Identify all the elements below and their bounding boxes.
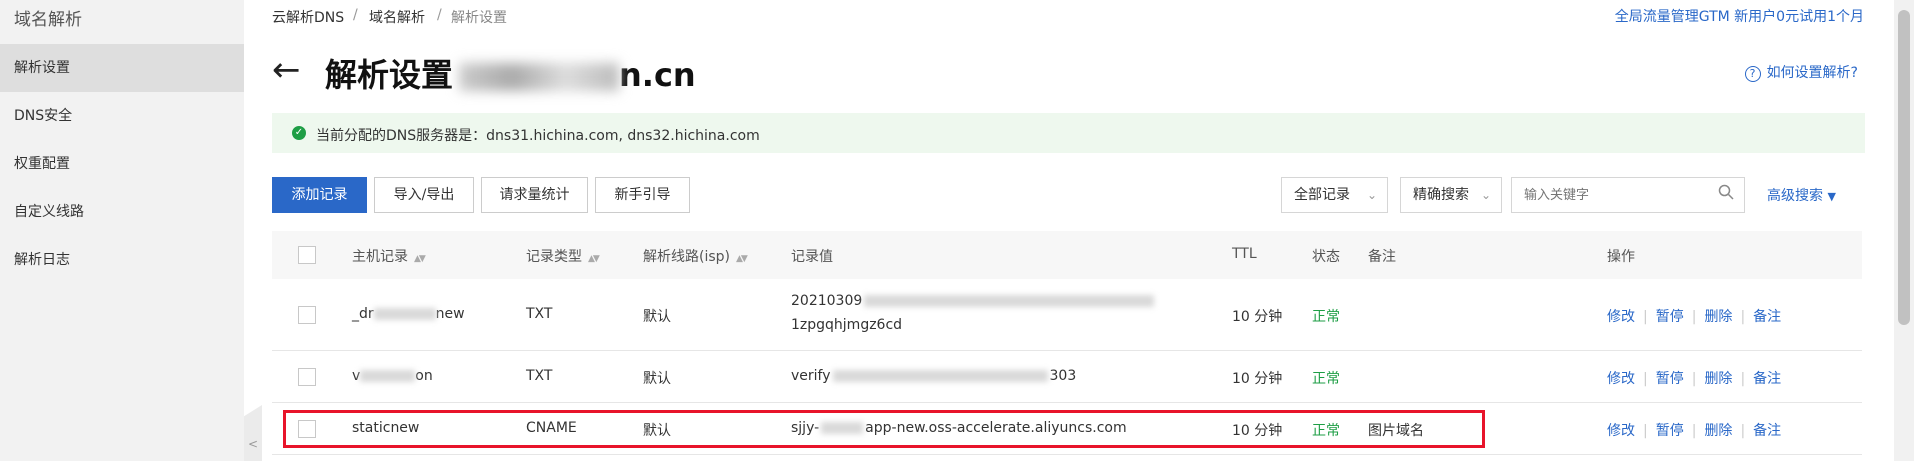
sidebar-item-resolution-log[interactable]: 解析日志 xyxy=(0,236,244,284)
dns-server-notice: ✓ 当前分配的DNS服务器是：dns31.hichina.com, dns32.… xyxy=(272,113,1865,153)
pause-link[interactable]: 暂停 xyxy=(1656,423,1684,439)
status-cell: 正常 xyxy=(1312,371,1340,387)
promo-link[interactable]: 全局流量管理GTM 新用户0元试用1个月 xyxy=(1615,6,1864,26)
header-remark: 备注 xyxy=(1368,249,1396,265)
ttl-cell: 10 分钟 xyxy=(1232,309,1283,325)
value-cell: verify 303 xyxy=(791,368,1077,384)
search-icon[interactable] xyxy=(1718,184,1734,200)
host-cell: _dr new xyxy=(352,306,465,322)
header-ops: 操作 xyxy=(1607,249,1635,265)
pause-link[interactable]: 暂停 xyxy=(1656,371,1684,387)
remark-link[interactable]: 备注 xyxy=(1753,371,1781,387)
row-checkbox[interactable] xyxy=(298,306,316,324)
header-value: 记录值 xyxy=(791,249,833,265)
delete-link[interactable]: 删除 xyxy=(1704,309,1732,325)
delete-link[interactable]: 删除 xyxy=(1704,371,1732,387)
advanced-search-link[interactable]: 高级搜索 ▼ xyxy=(1767,185,1836,205)
record-filter-select[interactable]: 全部记录 ⌄ xyxy=(1281,177,1388,213)
row-checkbox[interactable] xyxy=(298,368,316,386)
caret-down-icon: ▼ xyxy=(1827,190,1836,203)
type-cell: TXT xyxy=(526,368,553,384)
table-row: _dr new TXT 默认 20210309 1zpgqhjmgz6cd 10 … xyxy=(272,279,1862,351)
table-row: v on TXT 默认 verify 303 10 分钟 正常 修改 | 暂停 | 删除 | 备… xyxy=(272,351,1862,403)
add-record-button[interactable]: 添加记录 xyxy=(272,177,367,213)
breadcrumb-cloud-dns[interactable]: 云解析DNS xyxy=(272,7,344,27)
remark-link[interactable]: 备注 xyxy=(1753,423,1781,439)
back-arrow-icon[interactable]: ← xyxy=(272,52,301,88)
type-cell: TXT xyxy=(526,306,553,322)
search-box[interactable] xyxy=(1511,177,1745,213)
question-icon: ? xyxy=(1744,66,1761,82)
chevron-down-icon: ⌄ xyxy=(1366,188,1377,202)
blurred-domain xyxy=(459,63,620,91)
value-cell: 20210309 xyxy=(791,293,1155,309)
line-cell: 默认 xyxy=(643,371,671,387)
check-circle-icon: ✓ xyxy=(292,126,306,140)
domain-suffix: n.cn xyxy=(619,56,696,94)
sort-icon: ▲▼ xyxy=(736,254,748,264)
redacted xyxy=(373,308,436,320)
page-title: 解析设置 n.cn xyxy=(325,56,696,94)
search-mode-select[interactable]: 精确搜索 ⌄ xyxy=(1400,177,1502,213)
scrollbar-thumb[interactable] xyxy=(1898,10,1910,325)
sidebar-title: 域名解析 xyxy=(14,10,82,30)
row-actions: 修改 | 暂停 | 删除 | 备注 xyxy=(1607,423,1782,439)
edit-link[interactable]: 修改 xyxy=(1607,423,1635,439)
highlight-box xyxy=(283,410,1485,448)
edit-link[interactable]: 修改 xyxy=(1607,309,1635,325)
sidebar-item-custom-lines[interactable]: 自定义线路 xyxy=(0,188,244,236)
help-link[interactable]: ? 如何设置解析? xyxy=(1744,62,1858,82)
request-stats-button[interactable]: 请求量统计 xyxy=(481,177,588,213)
beginner-guide-button[interactable]: 新手引导 xyxy=(595,177,690,213)
row-actions: 修改 | 暂停 | 删除 | 备注 xyxy=(1607,371,1782,387)
sort-icon: ▲▼ xyxy=(588,254,600,264)
breadcrumb-separator: / xyxy=(353,7,358,23)
remark-link[interactable]: 备注 xyxy=(1753,309,1781,325)
import-export-button[interactable]: 导入/导出 xyxy=(374,177,474,213)
row-actions: 修改 | 暂停 | 删除 | 备注 xyxy=(1607,309,1782,325)
chevron-down-icon: ⌄ xyxy=(1480,188,1491,202)
sidebar-item-weight-config[interactable]: 权重配置 xyxy=(0,140,244,188)
sidebar: 域名解析 解析设置 DNS安全 权重配置 自定义线路 解析日志 xyxy=(0,0,244,461)
header-line[interactable]: 解析线路(isp) ▲▼ xyxy=(643,246,748,266)
redacted xyxy=(864,295,1155,307)
line-cell: 默认 xyxy=(643,309,671,325)
ttl-cell: 10 分钟 xyxy=(1232,371,1283,387)
chevron-left-icon: < xyxy=(248,437,259,451)
host-cell: v on xyxy=(352,368,433,384)
breadcrumb-separator: / xyxy=(437,7,442,23)
pause-link[interactable]: 暂停 xyxy=(1656,309,1684,325)
sidebar-collapse-handle[interactable]: < xyxy=(244,405,262,461)
header-type[interactable]: 记录类型 ▲▼ xyxy=(526,246,600,266)
header-host[interactable]: 主机记录 ▲▼ xyxy=(352,246,426,266)
delete-link[interactable]: 删除 xyxy=(1704,423,1732,439)
value-cell-line2: 1zpgqhjmgz6cd xyxy=(791,317,903,333)
sort-icon: ▲▼ xyxy=(414,254,426,264)
status-cell: 正常 xyxy=(1312,309,1340,325)
breadcrumb-domain-resolution[interactable]: 域名解析 xyxy=(369,7,425,27)
edit-link[interactable]: 修改 xyxy=(1607,371,1635,387)
search-input[interactable] xyxy=(1512,178,1702,212)
header-ttl: TTL xyxy=(1232,246,1257,262)
redacted xyxy=(832,370,1048,382)
sidebar-item-dns-security[interactable]: DNS安全 xyxy=(0,92,244,140)
table-header: 主机记录 ▲▼ 记录类型 ▲▼ 解析线路(isp) ▲▼ 记录值 TTL 状态 备注 … xyxy=(272,231,1862,279)
select-all-checkbox[interactable] xyxy=(298,246,316,264)
scrollbar[interactable] xyxy=(1894,0,1914,461)
breadcrumb-current: 解析设置 xyxy=(451,10,507,26)
header-status: 状态 xyxy=(1312,249,1340,265)
sidebar-item-resolution-settings[interactable]: 解析设置 xyxy=(0,44,244,92)
redacted xyxy=(360,370,416,382)
